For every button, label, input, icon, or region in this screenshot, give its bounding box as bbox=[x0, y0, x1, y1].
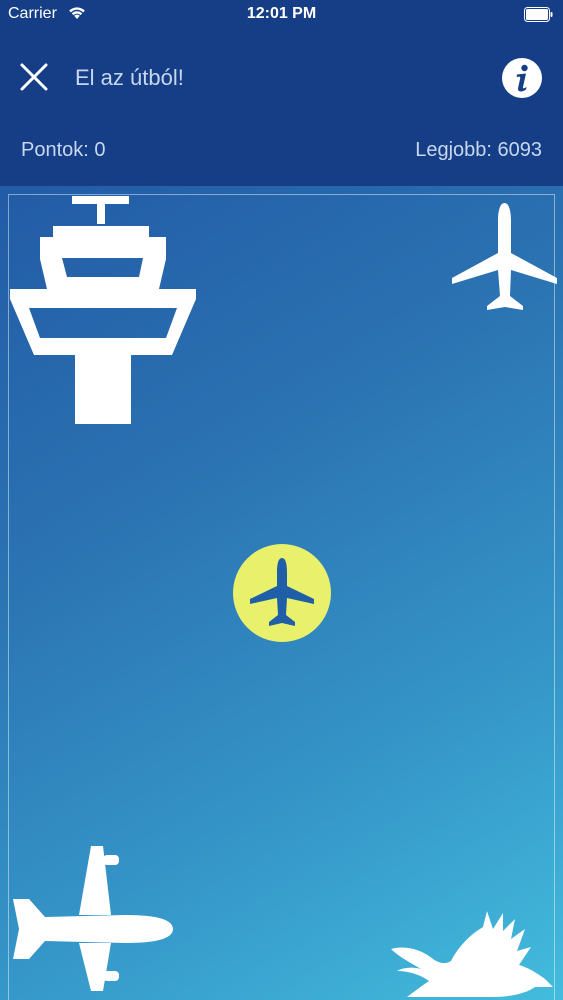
status-bar: Carrier 12:01 PM bbox=[0, 0, 563, 30]
airplane-icon bbox=[452, 203, 557, 310]
player-airplane-icon[interactable] bbox=[232, 543, 332, 643]
bird-icon bbox=[391, 911, 553, 997]
score-label: Pontok: 0 bbox=[21, 139, 106, 161]
airplane-icon bbox=[13, 846, 173, 991]
best-score-label: Legjobb: 6093 bbox=[415, 139, 542, 161]
clock-label: 12:01 PM bbox=[246, 5, 317, 22]
game-board[interactable] bbox=[0, 186, 563, 1000]
game-header: El az útból! Pontok: 0 Legjobb: 6093 bbox=[0, 30, 563, 186]
page-title: El az útból! bbox=[75, 65, 184, 90]
control-tower-icon bbox=[10, 196, 196, 424]
battery-full-icon bbox=[524, 7, 553, 22]
info-icon[interactable] bbox=[501, 57, 543, 99]
close-icon[interactable] bbox=[18, 61, 50, 93]
